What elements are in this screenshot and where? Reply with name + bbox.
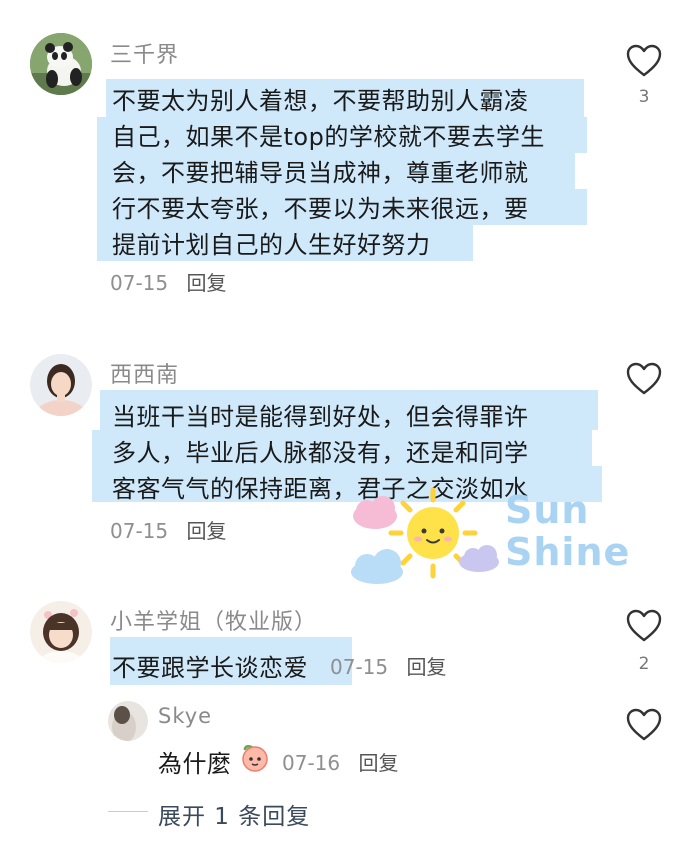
comment-text-line: 不要太为别人着想，不要帮助别人霸凌 [112,87,529,115]
avatar[interactable] [30,601,92,663]
comment-date: 07-15 [330,655,389,679]
comment-text-line: 自己，如果不是top的学校就不要去学生 [112,123,545,151]
reply-avatar-image [108,701,148,741]
comment-text-line: 多人，毕业后人脉都没有，还是和同学 [112,439,529,467]
heart-icon[interactable] [626,362,662,396]
username[interactable]: Skye [158,704,212,728]
comment-meta: 07-15 回复 [330,651,446,680]
avatar[interactable] [108,701,148,741]
sunshine-sticker: Sun Shine [345,486,645,586]
comment-meta: 07-15 回复 [110,515,226,544]
heart-icon[interactable] [626,708,662,742]
comment-text-line: 当班干当时是能得到好处，但会得罪许 [112,403,529,431]
comment-meta: 07-16 回复 [282,747,398,776]
girl-avatar-image [30,601,92,663]
lavender-cloud-icon [459,545,499,572]
like-count: 2 [638,654,650,674]
reply-text: 為什麼 [158,750,232,778]
username[interactable]: 西西南 [110,357,179,389]
divider-line [108,811,148,812]
comment-text-line: 提前计划自己的人生好好努力 [112,231,431,259]
reply-button[interactable]: 回复 [406,655,446,679]
blue-cloud-icon [351,549,403,584]
username[interactable]: 三千界 [110,37,179,69]
expand-replies-button[interactable]: 展开 1 条回复 [158,797,310,831]
watermark-text-shine: Shine [505,530,631,574]
comment-date: 07-15 [110,271,169,295]
username[interactable]: 小羊学姐（牧业版） [110,604,317,636]
watermark-text-sun: Sun [505,488,590,532]
pink-cloud-icon [353,496,397,529]
comment-text-line: 会，不要把辅导员当成神，尊重老师就 [112,159,529,187]
heart-icon[interactable] [626,44,662,78]
like-count: 3 [638,87,650,107]
comment-meta: 07-15 回复 [110,267,226,296]
reply-button[interactable]: 回复 [186,519,226,543]
sun-icon [407,507,459,559]
woman-avatar-image [30,354,92,416]
avatar[interactable] [30,33,92,95]
panda-avatar-image [30,33,92,95]
comment-date: 07-15 [110,519,169,543]
reply-button[interactable]: 回复 [358,751,398,775]
reply-button[interactable]: 回复 [186,271,226,295]
comment-date: 07-16 [282,751,341,775]
heart-icon[interactable] [626,609,662,643]
avatar[interactable] [30,354,92,416]
comment-text-line: 行不要太夸张，不要以为未来很远，要 [112,195,529,223]
comment-text-line: 不要跟学长谈恋爱 [112,654,308,682]
peach-emoji-icon [242,745,268,772]
